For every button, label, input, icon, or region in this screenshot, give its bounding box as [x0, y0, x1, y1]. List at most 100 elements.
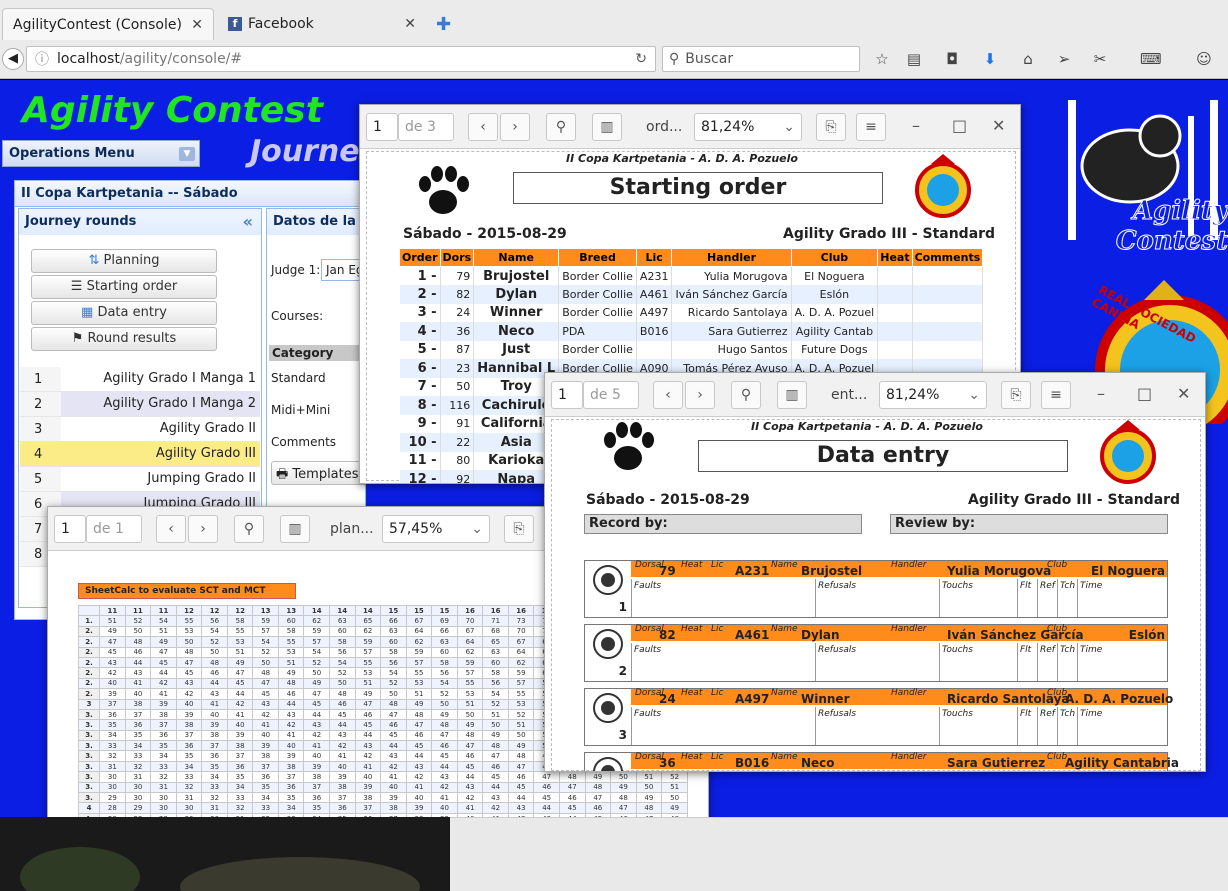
devtools-icon[interactable]: ⌨ [1140, 49, 1162, 69]
pocket-icon[interactable]: ◘ [942, 49, 962, 69]
search-icon[interactable]: ⚲ [546, 113, 576, 141]
search-input[interactable]: ⚲ Buscar [662, 46, 860, 72]
sheet-cell: 66 [380, 615, 407, 627]
reload-icon[interactable]: ↻ [635, 51, 647, 67]
round-row-selected[interactable]: 4 Agility Grado III [20, 442, 260, 467]
extension-icon[interactable]: ✂ [1090, 49, 1110, 69]
save-icon[interactable]: ⎘ [816, 113, 846, 141]
close-icon[interactable]: ✕ [1177, 384, 1190, 403]
chat-icon[interactable]: ☺ [1194, 49, 1214, 69]
flt-cell: Flt [1017, 643, 1037, 681]
name-label: Name [771, 752, 798, 762]
sheet-cell: 38 [354, 792, 382, 804]
new-tab-icon[interactable]: ✚ [436, 14, 451, 35]
tab-agilitycontest[interactable]: AgilityContest (Console) ✕ [2, 8, 214, 40]
menu-icon[interactable]: ≡ [856, 113, 886, 141]
download-icon[interactable]: ⬇ [980, 49, 1000, 69]
sheet-cell: 3. [77, 760, 101, 773]
sheet-cell: 58 [226, 615, 254, 627]
starting-order-button[interactable]: ☰ Starting order [31, 275, 217, 299]
round-row[interactable]: 1 Agility Grado I Manga 1 [20, 367, 260, 392]
sheet-cell: 31 [99, 760, 126, 773]
tab-facebook[interactable]: f Facebook ✕ [218, 8, 426, 40]
sidebar-toggle-icon[interactable]: ▥ [592, 113, 622, 141]
close-icon[interactable]: ✕ [992, 116, 1005, 135]
dog-name-value: Neco [801, 756, 835, 770]
home-icon[interactable]: ⌂ [1018, 49, 1038, 69]
sheet-header-cell: 11 [150, 604, 177, 617]
menu-icon[interactable]: ≡ [1041, 381, 1071, 409]
table-cell [877, 303, 913, 322]
sidebar-toggle-icon[interactable]: ▥ [777, 381, 807, 409]
data-entry-button[interactable]: ▦ Data entry [31, 301, 217, 325]
search-icon[interactable]: ⚲ [731, 381, 761, 409]
zoom-select[interactable]: 81,24% ⌄ [694, 113, 802, 141]
flt-label: Flt [1020, 709, 1032, 719]
page-number-input[interactable]: 1 [54, 515, 86, 543]
sheet-cell: 56 [380, 656, 407, 669]
sheet-cell: 41 [124, 677, 152, 690]
bookmark-star-icon[interactable]: ☆ [872, 49, 892, 69]
close-tab-icon[interactable]: ✕ [191, 17, 203, 33]
prev-page-icon[interactable]: ‹ [468, 113, 498, 141]
save-icon[interactable]: ⎘ [1001, 381, 1031, 409]
sheet-cell: 46 [201, 667, 228, 679]
round-number: 3 [34, 422, 43, 437]
page-number-input[interactable]: 1 [366, 113, 398, 141]
flt-cell: Flt [1017, 707, 1037, 745]
sheet-cell: 32 [99, 750, 126, 762]
tch-label: Tch [1060, 709, 1076, 719]
round-row[interactable]: 2 Agility Grado I Manga 2 [20, 392, 260, 417]
sheet-cell: 62 [354, 625, 382, 638]
search-icon[interactable]: ⚲ [234, 515, 264, 543]
send-icon[interactable]: ➢ [1054, 49, 1074, 69]
round-row[interactable]: 5 Jumping Grado II [20, 467, 260, 492]
doc-round: Agility Grado III - Standard [968, 492, 1181, 508]
url-bar[interactable]: ⓘ localhost/agility/console/# ↻ [26, 46, 656, 72]
zoom-select[interactable]: 57,45% ⌄ [382, 515, 490, 543]
save-icon[interactable]: ⎘ [504, 515, 534, 543]
table-cell: 23 [440, 359, 475, 378]
planning-button[interactable]: ⇅ Planning [31, 249, 217, 273]
zoom-select[interactable]: 81,24% ⌄ [879, 381, 987, 409]
sidebar-toggle-icon[interactable]: ▥ [280, 515, 310, 543]
back-icon[interactable]: ◀ [2, 48, 24, 70]
prev-page-icon[interactable]: ‹ [156, 515, 186, 543]
maximize-icon[interactable]: □ [952, 116, 967, 135]
rounds-title-label: Journey rounds [25, 214, 137, 229]
next-page-icon[interactable]: › [685, 381, 715, 409]
next-page-icon[interactable]: › [188, 515, 218, 543]
close-tab-icon[interactable]: ✕ [404, 16, 416, 32]
templates-button[interactable]: 🖶 Templates [271, 461, 365, 485]
doc-title: Starting order [513, 172, 883, 204]
minimize-icon[interactable]: – [912, 116, 920, 135]
club-logo: 3 [587, 691, 629, 743]
next-page-icon[interactable]: › [500, 113, 530, 141]
reading-list-icon[interactable]: ▤ [904, 49, 924, 69]
sheet-cell: 4 [77, 802, 101, 814]
sheet-cell: 55 [226, 625, 254, 638]
page-number-input[interactable]: 1 [551, 381, 583, 409]
club-logo: 2 [587, 627, 629, 679]
sheet-cell: 40 [124, 688, 152, 700]
sheet-cell: 42 [456, 792, 484, 804]
ref-label: Ref [1040, 709, 1055, 719]
chevron-down-icon[interactable]: ▼ [179, 147, 195, 161]
sheet-cell: 49 [226, 656, 254, 669]
sheet-cell: 47 [431, 729, 458, 742]
prev-page-icon[interactable]: ‹ [653, 381, 683, 409]
maximize-icon[interactable]: □ [1137, 384, 1152, 403]
operations-menu[interactable]: Operations Menu ▼ [2, 140, 200, 167]
round-results-button[interactable]: ⚑ Round results [31, 327, 217, 351]
sheet-cell: 41 [380, 771, 407, 783]
round-row[interactable]: 3 Agility Grado II [20, 417, 260, 442]
touchs-label: Touchs [942, 709, 973, 719]
table-row: 4 -36 Neco PDA B016 Sara Gutierrez Agility Ca… [399, 322, 984, 341]
collapse-icon[interactable]: « [243, 212, 253, 231]
tch-cell: Tch [1057, 579, 1077, 617]
sheet-cell: 43 [380, 750, 407, 762]
sheet-cell: 45 [303, 698, 331, 710]
planning-label: Planning [103, 253, 160, 268]
sheet-cell: 37 [354, 802, 382, 814]
minimize-icon[interactable]: – [1097, 384, 1105, 403]
